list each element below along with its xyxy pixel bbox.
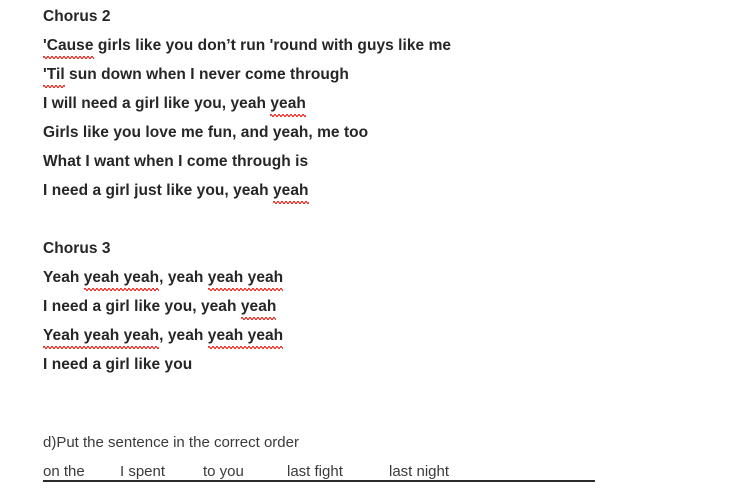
lyric-line: I will need a girl like you, yeah yeah	[43, 89, 743, 118]
chorus-2-heading: Chorus 2	[43, 8, 111, 25]
spellcheck-word[interactable]: Yeah yeah yeah	[43, 321, 160, 350]
chorus-3-heading: Chorus 3	[43, 240, 111, 257]
chorus-3-block: Chorus 3 Yeah yeah yeah, yeah yeah yeah …	[43, 234, 743, 408]
lyric-line: Girls like you love me fun, and yeah, me…	[43, 124, 369, 141]
lyric-text: girls like you don’t run 'round with guy…	[93, 37, 452, 54]
lyric-text: , yeah	[159, 327, 208, 344]
lyric-line: 'Cause girls like you don’t run 'round w…	[43, 31, 743, 60]
lyric-line: Yeah yeah yeah, yeah yeah yeah	[43, 321, 743, 350]
lyric-text: I need a girl just like you, yeah	[43, 182, 273, 199]
lyric-line: I need a girl like you	[43, 356, 193, 373]
spellcheck-word[interactable]: yeah yeah	[207, 321, 284, 350]
lyric-text: I need a girl like you, yeah	[43, 298, 241, 315]
chorus-2-block: Chorus 2 'Cause girls like you don’t run…	[43, 0, 743, 234]
document-page: Chorus 2 'Cause girls like you don’t run…	[0, 0, 743, 500]
exercise-instruction: d)Put the sentence in the correct order	[43, 434, 299, 451]
lyric-line: 'Til sun down when I never come through	[43, 60, 743, 89]
exercise-block: d)Put the sentence in the correct order …	[43, 408, 743, 486]
spellcheck-word[interactable]: yeah	[240, 292, 277, 321]
lyric-text: sun down when I never come through	[64, 66, 349, 83]
spellcheck-word[interactable]: 'Til	[43, 60, 65, 89]
answer-line-rule[interactable]	[43, 480, 595, 482]
spellcheck-word[interactable]: yeah yeah	[207, 263, 284, 292]
lyric-line: Yeah yeah yeah, yeah yeah yeah	[43, 263, 743, 292]
spellcheck-word[interactable]: yeah	[272, 176, 309, 205]
spellcheck-word[interactable]: yeah yeah	[83, 263, 160, 292]
lyric-text: Yeah	[43, 269, 84, 286]
spellcheck-word[interactable]: yeah	[270, 89, 306, 118]
lyric-text: I will need a girl like you, yeah	[43, 95, 271, 112]
lyric-line: I need a girl just like you, yeah yeah	[43, 176, 743, 205]
lyric-text: , yeah	[159, 269, 208, 286]
lyric-line: What I want when I come through is	[43, 153, 309, 170]
clipped-next-line	[43, 492, 693, 500]
lyric-line: I need a girl like you, yeah yeah	[43, 292, 743, 321]
spellcheck-word[interactable]: 'Cause	[43, 31, 94, 60]
